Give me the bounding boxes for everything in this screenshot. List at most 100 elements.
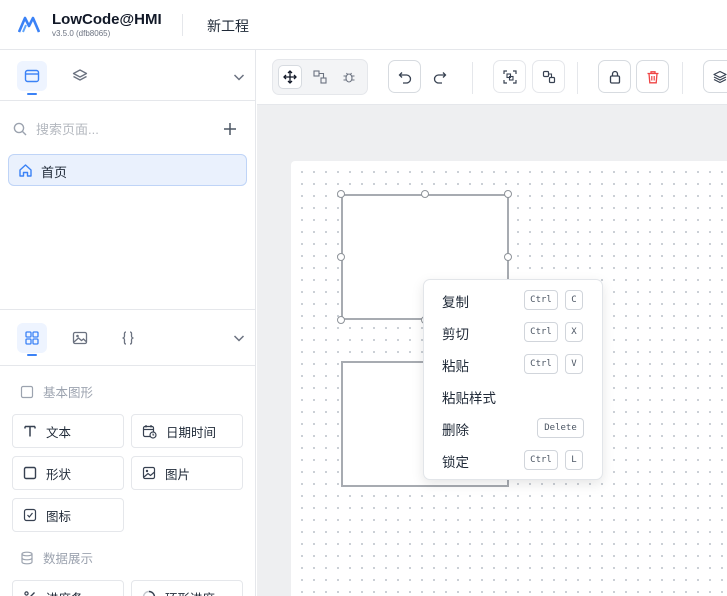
home-icon (19, 164, 32, 177)
undo-icon (398, 71, 411, 84)
menu-item-paste[interactable]: 粘贴 Ctrl V (424, 351, 604, 377)
undo-button[interactable] (388, 60, 421, 93)
app-title: LowCode@HMI (52, 11, 162, 28)
connector-icon (313, 70, 327, 84)
chevron-down-icon[interactable] (231, 330, 247, 346)
shortcut-key: V (565, 354, 583, 374)
section-basic-shapes[interactable]: 基本图形 (20, 382, 93, 401)
resize-handle[interactable] (504, 253, 512, 261)
shortcut-key: L (565, 450, 583, 470)
component-label: 环形进度 (165, 588, 215, 596)
divider (0, 100, 256, 101)
resize-handle[interactable] (504, 190, 512, 198)
menu-item-label: 粘贴样式 (442, 391, 496, 406)
menu-item-paste-style[interactable]: 粘贴样式 (424, 383, 604, 409)
redo-button[interactable] (423, 60, 456, 93)
toolbar-divider (682, 62, 683, 94)
move-icon (283, 70, 297, 84)
menu-item-copy[interactable]: 复制 Ctrl C (424, 287, 604, 313)
lock-button[interactable] (598, 60, 631, 93)
tab-pages[interactable] (17, 61, 47, 91)
component-image[interactable]: 图片 (131, 456, 243, 490)
square-outline-icon (20, 385, 34, 398)
square-icon (23, 466, 37, 480)
connect-mode-button[interactable] (308, 65, 332, 89)
layer-order-button[interactable] (703, 60, 727, 93)
page-search-input[interactable] (36, 118, 206, 140)
bug-icon (343, 72, 355, 83)
browser-window-icon (24, 69, 40, 83)
divider (0, 365, 256, 366)
chevron-down-icon[interactable] (231, 69, 247, 85)
resize-handle[interactable] (421, 190, 429, 198)
toolbar-divider (472, 62, 473, 94)
component-label: 文本 (46, 425, 72, 440)
component-label: 进度条 (46, 588, 84, 596)
page-item-label: 首页 (41, 165, 68, 180)
calendar-clock-icon (142, 424, 157, 439)
component-label: 日期时间 (166, 425, 217, 440)
component-icon[interactable]: 图标 (12, 498, 124, 532)
tab-components[interactable] (17, 323, 47, 353)
braces-icon (122, 331, 134, 345)
resize-handle[interactable] (337, 190, 345, 198)
component-label: 图片 (165, 467, 191, 482)
page-list-item[interactable]: 首页 (8, 154, 247, 186)
shortcut-key: Delete (537, 418, 584, 438)
ungroup-icon (542, 70, 555, 83)
text-icon (24, 425, 36, 437)
trash-icon (647, 70, 658, 83)
component-label: 图标 (46, 509, 72, 524)
debug-mode-button[interactable] (337, 65, 361, 89)
shortcut-key: Ctrl (524, 290, 558, 310)
menu-item-delete[interactable]: 删除 Delete (424, 415, 604, 441)
menu-item-lock[interactable]: 锁定 Ctrl L (424, 447, 604, 473)
header-divider (182, 14, 183, 36)
ring-progress-icon (142, 590, 156, 596)
menu-item-label: 粘贴 (442, 359, 469, 374)
grid-icon (25, 331, 39, 345)
project-name[interactable]: 新工程 (207, 16, 249, 36)
move-mode-button[interactable] (278, 65, 302, 89)
image-icon (72, 331, 88, 345)
icon-file-icon (23, 508, 37, 522)
resize-handle[interactable] (337, 316, 345, 324)
app-version: v3.5.0 (dfb8065) (52, 29, 111, 38)
component-ring-progress[interactable]: 环形进度 (131, 580, 243, 596)
left-panel: 首页 基本图形 文本 日期时间 形状 图片 图标 数据展示 (0, 50, 256, 596)
component-label: 形状 (46, 467, 72, 482)
tab-components-indicator (27, 354, 37, 356)
tab-assets[interactable] (65, 323, 95, 353)
component-datetime[interactable]: 日期时间 (131, 414, 243, 448)
tab-code[interactable] (113, 323, 143, 353)
component-shape[interactable]: 形状 (12, 456, 124, 490)
group-button[interactable] (493, 60, 526, 93)
layers-icon (72, 69, 88, 81)
divider (0, 309, 256, 310)
redo-icon (433, 71, 446, 84)
ungroup-button[interactable] (532, 60, 565, 93)
add-page-icon[interactable] (222, 121, 238, 137)
tab-pages-indicator (27, 93, 37, 95)
image-icon (142, 466, 156, 480)
tab-layers[interactable] (65, 61, 95, 91)
delete-button[interactable] (636, 60, 669, 93)
section-label: 基本图形 (43, 386, 94, 400)
shortcut-key: Ctrl (524, 322, 558, 342)
top-bar: LowCode@HMI v3.5.0 (dfb8065) 新工程 (0, 0, 727, 50)
section-data-display[interactable]: 数据展示 (20, 548, 93, 567)
layers-icon (713, 70, 727, 83)
lock-icon (609, 70, 620, 84)
menu-item-cut[interactable]: 剪切 Ctrl X (424, 319, 604, 345)
menu-item-label: 复制 (442, 295, 469, 310)
section-label: 数据展示 (43, 552, 94, 566)
shortcut-key: C (565, 290, 583, 310)
resize-handle[interactable] (337, 253, 345, 261)
menu-item-label: 删除 (442, 423, 469, 438)
menu-item-label: 锁定 (442, 455, 469, 470)
toolbar-divider (577, 62, 578, 94)
component-text[interactable]: 文本 (12, 414, 124, 448)
component-progress-bar[interactable]: 进度条 (12, 580, 124, 596)
shortcut-key: X (565, 322, 583, 342)
percent-icon (24, 591, 35, 596)
